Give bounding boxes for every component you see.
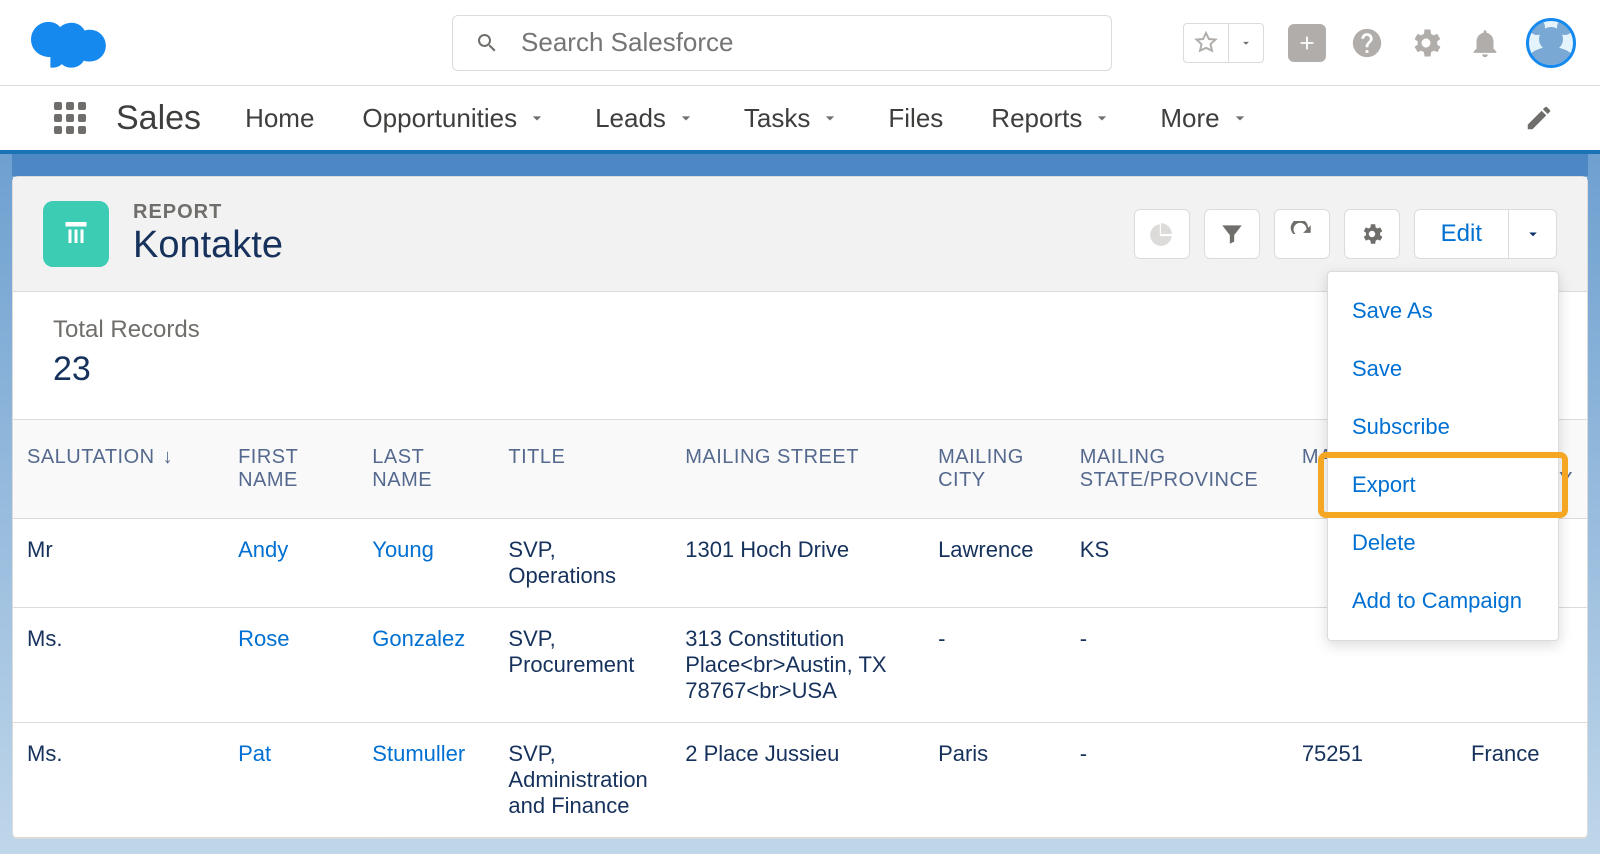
app-nav: Sales Home Opportunities Leads Tasks Files Re… bbox=[0, 86, 1600, 154]
menu-item-subscribe[interactable]: Subscribe bbox=[1328, 398, 1558, 456]
column-header[interactable]: MAILING STATE/PROVINCE bbox=[1066, 420, 1288, 519]
chevron-down-icon bbox=[820, 108, 840, 128]
cell-street: 313 Constitution Place<br>Austin, TX 787… bbox=[671, 608, 924, 723]
column-header[interactable]: MAILING STREET bbox=[671, 420, 924, 519]
cell-salutation: Ms. bbox=[13, 608, 224, 723]
table-row: Ms.PatStumullerSVP, Administration and F… bbox=[13, 723, 1587, 838]
page-title: Kontakte bbox=[133, 224, 283, 267]
nav-item-leads[interactable]: Leads bbox=[595, 103, 696, 134]
cell-salutation: Ms. bbox=[13, 723, 224, 838]
nav-item-tasks[interactable]: Tasks bbox=[744, 103, 840, 134]
cell-country: France bbox=[1457, 723, 1587, 838]
nav-item-label: More bbox=[1160, 103, 1219, 134]
chevron-down-icon bbox=[1230, 108, 1250, 128]
nav-item-label: Home bbox=[245, 103, 314, 134]
cell-last[interactable]: Stumuller bbox=[358, 723, 494, 838]
cell-first[interactable]: Rose bbox=[224, 608, 358, 723]
menu-item-delete[interactable]: Delete bbox=[1328, 514, 1558, 572]
user-avatar[interactable] bbox=[1526, 18, 1576, 68]
cell-street: 2 Place Jussieu bbox=[671, 723, 924, 838]
cell-salutation: Mr bbox=[13, 519, 224, 608]
funnel-icon bbox=[1219, 221, 1245, 247]
record-type-label: REPORT bbox=[133, 201, 283, 224]
help-icon[interactable] bbox=[1350, 26, 1384, 60]
report-icon bbox=[43, 201, 109, 267]
refresh-icon bbox=[1289, 221, 1315, 247]
chevron-down-icon bbox=[1239, 36, 1253, 50]
app-name: Sales bbox=[116, 99, 201, 138]
decorative-strip bbox=[12, 154, 1588, 176]
column-header[interactable]: LAST NAME bbox=[358, 420, 494, 519]
global-header bbox=[0, 0, 1600, 86]
search-input[interactable] bbox=[521, 27, 1089, 58]
edit-split-button: Edit bbox=[1414, 209, 1557, 259]
cell-title: SVP, Operations bbox=[494, 519, 671, 608]
nav-item-more[interactable]: More bbox=[1160, 103, 1249, 134]
cell-state: KS bbox=[1066, 519, 1288, 608]
salesforce-logo-icon[interactable] bbox=[24, 13, 112, 73]
global-search[interactable] bbox=[452, 15, 1112, 71]
total-records-value: 23 bbox=[53, 350, 1547, 389]
nav-item-label: Leads bbox=[595, 103, 666, 134]
nav-item-label: Reports bbox=[991, 103, 1082, 134]
nav-item-files[interactable]: Files bbox=[888, 103, 943, 134]
pie-chart-icon bbox=[1149, 221, 1175, 247]
chevron-down-icon bbox=[676, 108, 696, 128]
notifications-bell-icon[interactable] bbox=[1468, 26, 1502, 60]
search-icon bbox=[475, 30, 499, 56]
gear-icon bbox=[1359, 221, 1385, 247]
cell-first[interactable]: Pat bbox=[224, 723, 358, 838]
report-card: REPORT Kontakte Edit Save AsSaveSubscrib… bbox=[12, 176, 1588, 839]
nav-item-label: Opportunities bbox=[362, 103, 517, 134]
cell-city: - bbox=[924, 608, 1066, 723]
cell-title: SVP, Administration and Finance bbox=[494, 723, 671, 838]
settings-button[interactable] bbox=[1344, 209, 1400, 259]
chart-toggle-button[interactable] bbox=[1134, 209, 1190, 259]
total-records-label: Total Records bbox=[53, 316, 1547, 344]
nav-item-label: Files bbox=[888, 103, 943, 134]
column-header[interactable]: TITLE bbox=[494, 420, 671, 519]
column-header[interactable]: MAILING CITY bbox=[924, 420, 1066, 519]
nav-item-opportunities[interactable]: Opportunities bbox=[362, 103, 547, 134]
nav-item-label: Tasks bbox=[744, 103, 810, 134]
edit-dropdown-trigger[interactable] bbox=[1508, 210, 1556, 258]
app-launcher-icon[interactable] bbox=[54, 102, 86, 134]
report-header: REPORT Kontakte Edit Save AsSaveSubscrib… bbox=[13, 177, 1587, 292]
nav-item-home[interactable]: Home bbox=[245, 103, 314, 134]
cell-title: SVP, Procurement bbox=[494, 608, 671, 723]
nav-item-reports[interactable]: Reports bbox=[991, 103, 1112, 134]
cell-street: 1301 Hoch Drive bbox=[671, 519, 924, 608]
cell-last[interactable]: Young bbox=[358, 519, 494, 608]
chevron-down-icon bbox=[527, 108, 547, 128]
menu-item-export[interactable]: Export bbox=[1328, 456, 1558, 514]
column-header[interactable]: FIRST NAME bbox=[224, 420, 358, 519]
cell-zip: 75251 bbox=[1288, 723, 1457, 838]
cell-city: Paris bbox=[924, 723, 1066, 838]
edit-button[interactable]: Edit bbox=[1415, 210, 1508, 258]
cell-state: - bbox=[1066, 723, 1288, 838]
column-header[interactable]: SALUTATION↓ bbox=[13, 420, 224, 519]
refresh-button[interactable] bbox=[1274, 209, 1330, 259]
cell-first[interactable]: Andy bbox=[224, 519, 358, 608]
report-action-menu: Save AsSaveSubscribeExportDeleteAdd to C… bbox=[1327, 271, 1559, 641]
caret-down-icon bbox=[1524, 225, 1542, 243]
chevron-down-icon bbox=[1092, 108, 1112, 128]
sort-down-icon: ↓ bbox=[163, 446, 174, 469]
cell-state: - bbox=[1066, 608, 1288, 723]
cell-last[interactable]: Gonzalez bbox=[358, 608, 494, 723]
edit-nav-pencil-icon[interactable] bbox=[1524, 103, 1554, 133]
filter-button[interactable] bbox=[1204, 209, 1260, 259]
cell-city: Lawrence bbox=[924, 519, 1066, 608]
favorites-split-button[interactable] bbox=[1183, 23, 1264, 63]
setup-gear-icon[interactable] bbox=[1408, 25, 1444, 61]
global-add-button[interactable] bbox=[1288, 24, 1326, 62]
star-icon bbox=[1194, 31, 1218, 55]
menu-item-add-to-campaign[interactable]: Add to Campaign bbox=[1328, 572, 1558, 630]
plus-icon bbox=[1296, 32, 1318, 54]
menu-item-save[interactable]: Save bbox=[1328, 340, 1558, 398]
menu-item-save-as[interactable]: Save As bbox=[1328, 282, 1558, 340]
